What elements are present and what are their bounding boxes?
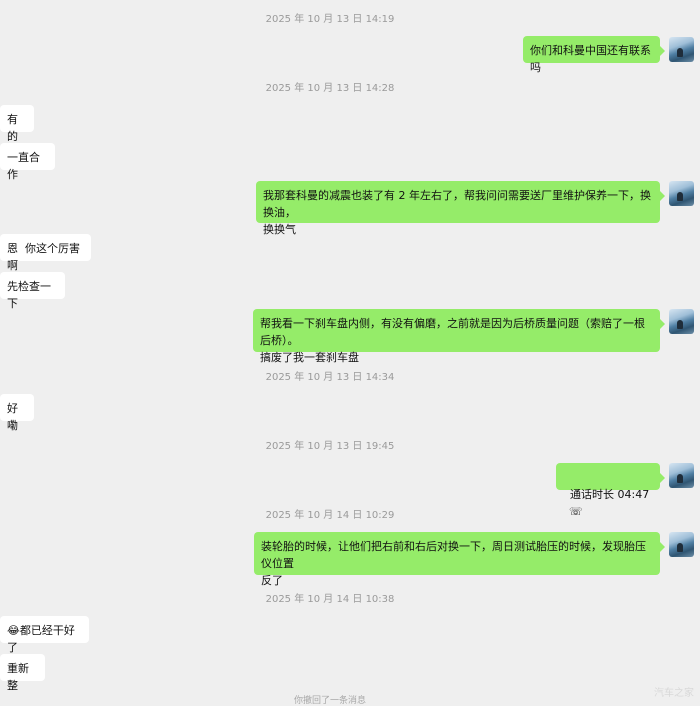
recall-notice: 你撤回了一条消息: [293, 696, 366, 706]
timestamp: 2025 年 10 月 14 日 10:38: [265, 594, 395, 605]
timestamp: 2025 年 10 月 13 日 14:19: [265, 14, 395, 25]
call-duration: 通话时长 04:47: [570, 488, 650, 501]
user-avatar[interactable]: [669, 37, 694, 62]
timestamp: 2025 年 10 月 13 日 14:28: [265, 83, 395, 94]
user-avatar[interactable]: [669, 181, 694, 206]
incoming-message[interactable]: 重新整: [0, 654, 45, 692]
incoming-message[interactable]: 一直合作: [0, 143, 55, 181]
incoming-message[interactable]: 😂都已经干好了: [0, 616, 89, 654]
call-record-message[interactable]: 通话时长 04:47 ☏: [556, 463, 665, 518]
timestamp: 2025 年 10 月 14 日 10:29: [265, 510, 395, 521]
timestamp: 2025 年 10 月 13 日 19:45: [265, 441, 395, 452]
incoming-message[interactable]: 好嘞: [0, 394, 34, 432]
incoming-message[interactable]: 有的: [0, 105, 34, 143]
incoming-message[interactable]: 先检查一下: [0, 272, 65, 310]
outgoing-message[interactable]: 你们和科曼中国还有联系吗: [523, 36, 665, 74]
incoming-message[interactable]: 恩 你这个厉害啊: [0, 234, 91, 272]
outgoing-message[interactable]: 装轮胎的时候，让他们把右前和右后对换一下，周日测试胎压的时候，发现胎压仪位置 反…: [254, 532, 665, 587]
outgoing-message[interactable]: 帮我看一下刹车盘内侧，有没有偏磨，之前就是因为后桥质量问题（索赔了一根后桥）。 …: [253, 309, 665, 364]
user-avatar[interactable]: [669, 532, 694, 557]
phone-icon: ☏: [569, 505, 583, 518]
watermark: 汽车之家: [654, 688, 694, 699]
timestamp: 2025 年 10 月 13 日 14:34: [265, 372, 395, 383]
user-avatar[interactable]: [669, 309, 694, 334]
outgoing-message[interactable]: 我那套科曼的减震也装了有 2 年左右了，帮我问问需要送厂里维护保养一下，换换油，…: [256, 181, 665, 236]
user-avatar[interactable]: [669, 463, 694, 488]
